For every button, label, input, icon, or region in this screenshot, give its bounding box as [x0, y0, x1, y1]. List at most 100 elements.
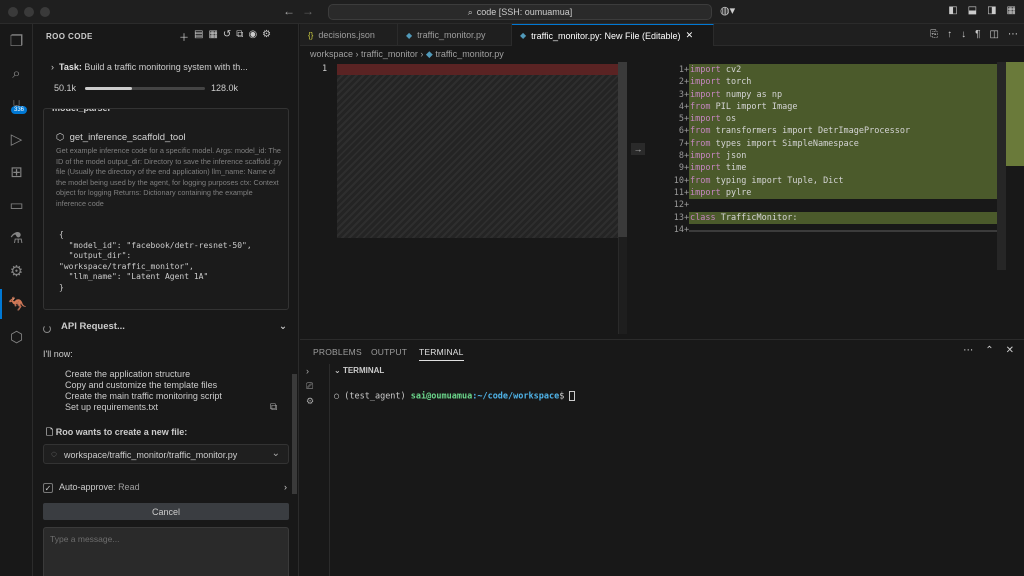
close-icon[interactable]: ✕ [686, 30, 694, 41]
code-line[interactable]: 1+import cv2 [651, 64, 1003, 77]
extensions-icon[interactable]: ⊞ [0, 157, 33, 187]
tab-terminal[interactable]: TERMINAL [419, 347, 464, 361]
bottom-panel: PROBLEMS OUTPUT TERMINAL ⋯ ⌃ ✕ › ⎚ ⚙ ⌄ T… [300, 339, 1024, 576]
chevron-right-icon[interactable]: › [284, 482, 287, 492]
history-icon[interactable]: ↺ [223, 29, 231, 44]
chevron-down-icon[interactable]: ⌄ [272, 448, 280, 459]
message-input[interactable] [43, 527, 289, 576]
chevron-right-icon[interactable]: › [306, 366, 309, 376]
more-icon[interactable]: ⋯ [963, 345, 973, 356]
line-number: 1 [322, 64, 328, 74]
toggle-primary-sidebar-icon[interactable]: ◧ [948, 5, 957, 16]
account-icon[interactable]: ◉ [248, 29, 257, 44]
terminal-icon[interactable]: ⎚ [306, 381, 313, 392]
search-icon[interactable]: ⌕ [0, 58, 33, 88]
auto-approve-checkbox[interactable]: ✓ [43, 482, 53, 493]
chevron-down-icon[interactable]: ⌄ [334, 366, 343, 375]
tab-traffic-monitor-new-file[interactable]: ◆ traffic_monitor.py: New File (Editable… [512, 24, 714, 46]
grid-icon[interactable]: ▦ [208, 29, 217, 44]
code-rest: TrafficMonitor: [715, 212, 798, 223]
gear-icon[interactable]: ⚙ [306, 396, 314, 407]
close-window-button[interactable] [8, 7, 18, 17]
plus-icon[interactable]: ＋ [179, 29, 189, 44]
docker-icon[interactable]: ⚙ [0, 256, 33, 286]
code-line[interactable]: 2+import torch [651, 76, 1003, 89]
auto-approve-row[interactable]: ✓ Auto-approve: Read › [43, 482, 289, 493]
revert-arrow-icon[interactable]: → [631, 143, 645, 155]
box-icon[interactable]: ⬡ [0, 322, 33, 352]
diff-modified-pane[interactable]: 1+import cv2 2+import torch 3+import numpy… [651, 62, 1024, 338]
code-line[interactable]: 12+ [651, 199, 1003, 211]
terminal-prompt[interactable]: ○ (test_agent) sai@oumuamua:~/code/works… [334, 391, 576, 402]
tab-traffic-monitor-py[interactable]: ◆ traffic_monitor.py [398, 24, 512, 46]
line-number: 1 [678, 65, 684, 75]
testing-icon[interactable]: ⚗ [0, 223, 33, 253]
new-file-row[interactable]: ◌ workspace/traffic_monitor/traffic_moni… [43, 444, 289, 464]
cancel-button[interactable]: Cancel [43, 503, 289, 520]
diff-original-pane[interactable]: 1 [300, 62, 628, 338]
database-icon[interactable]: ▤ [194, 29, 203, 44]
explorer-icon[interactable]: ❐ [0, 26, 33, 56]
breadcrumb-item[interactable]: traffic_monitor [361, 49, 418, 59]
customize-layout-icon[interactable]: ▦ [1007, 5, 1016, 16]
keyword: import [690, 151, 721, 162]
breadcrumb-item[interactable]: workspace [310, 49, 353, 59]
line-number: 11 [673, 187, 684, 198]
code-line[interactable]: 8+import json [651, 150, 1003, 163]
code-line[interactable]: 7+from types import SimpleNamespace [651, 137, 1003, 151]
chevron-down-icon[interactable]: ⌄ [279, 321, 287, 332]
task-header[interactable]: › Task: Build a traffic monitoring syste… [43, 57, 289, 99]
code-line[interactable]: 3+import numpy as np [651, 88, 1003, 101]
toggle-secondary-sidebar-icon[interactable]: ◨ [987, 5, 996, 16]
arrow-up-icon[interactable]: ↑ [947, 29, 952, 40]
sidebar-toolbar: ＋ ▤ ▦ ↺ ⧉ ◉ ⚙ [179, 29, 271, 44]
run-debug-icon[interactable]: ▷ [0, 124, 33, 154]
code-line[interactable]: 9+import time [651, 162, 1003, 175]
keyword: import [690, 163, 721, 174]
code-text: class TrafficMonitor: [689, 211, 1003, 224]
popout-icon[interactable]: ⧉ [236, 29, 243, 44]
tab-decisions-json[interactable]: {} decisions.json [300, 24, 398, 46]
line-number: 2 [678, 77, 684, 88]
keyword: import [690, 77, 721, 88]
maximize-window-button[interactable] [40, 7, 50, 17]
copy-icon[interactable]: ⧉ [270, 402, 277, 413]
right-scrollbar[interactable] [997, 62, 1006, 270]
left-scrollbar-thumb[interactable] [618, 62, 627, 237]
forward-arrow-icon[interactable]: → [302, 4, 314, 18]
tab-problems[interactable]: PROBLEMS [313, 347, 362, 357]
code-line[interactable]: 13+class TrafficMonitor: [651, 211, 1003, 224]
more-icon[interactable]: ⋯ [1008, 29, 1018, 40]
maximize-panel-icon[interactable]: ⌃ [985, 345, 993, 356]
code-line[interactable]: 11+import pylre [651, 186, 1003, 200]
close-icon[interactable]: ✕ [1006, 345, 1014, 356]
roo-code-icon[interactable]: 🦘 [0, 289, 33, 319]
gear-icon[interactable]: ⚙ [262, 29, 271, 44]
sidebar-scrollbar[interactable] [292, 374, 297, 494]
code-line[interactable]: 14+ [651, 224, 1003, 236]
code-line[interactable]: 5+import os [651, 113, 1003, 126]
code-line[interactable]: 10+from typing import Tuple, Dict [651, 174, 1003, 187]
split-editor-icon[interactable]: ◫ [990, 29, 999, 40]
code-text: import json [689, 150, 1003, 163]
remote-explorer-icon[interactable]: ▭ [0, 190, 33, 220]
api-request-row[interactable]: API Request... ⌄ [43, 321, 289, 332]
copilot-icon[interactable]: ◍▾ [720, 4, 735, 17]
line-number: 13 [673, 212, 684, 223]
code-line[interactable]: 4+from PIL import Image [651, 100, 1003, 114]
tab-output[interactable]: OUTPUT [371, 347, 407, 357]
pilcrow-icon[interactable]: ¶ [975, 29, 980, 40]
open-file-icon[interactable]: ⎘ [930, 29, 938, 40]
code-rest: cv2 [720, 65, 742, 75]
python-file-icon: ◆ [520, 31, 527, 40]
toggle-panel-icon[interactable]: ⬓ [968, 5, 977, 16]
command-center[interactable]: ⌕ code [SSH: oumuamua] [328, 4, 712, 20]
minimap[interactable] [1006, 62, 1024, 166]
breadcrumb-item[interactable]: traffic_monitor.py [435, 49, 503, 59]
source-control-icon[interactable]: ⑂ 336 [0, 90, 33, 120]
code-line[interactable]: 6+from transformers import DetrImageProc… [651, 125, 1003, 138]
arrow-down-icon[interactable]: ↓ [961, 29, 966, 40]
keyword: from [690, 126, 711, 137]
minimize-window-button[interactable] [24, 7, 34, 17]
back-arrow-icon[interactable]: ← [283, 4, 295, 18]
